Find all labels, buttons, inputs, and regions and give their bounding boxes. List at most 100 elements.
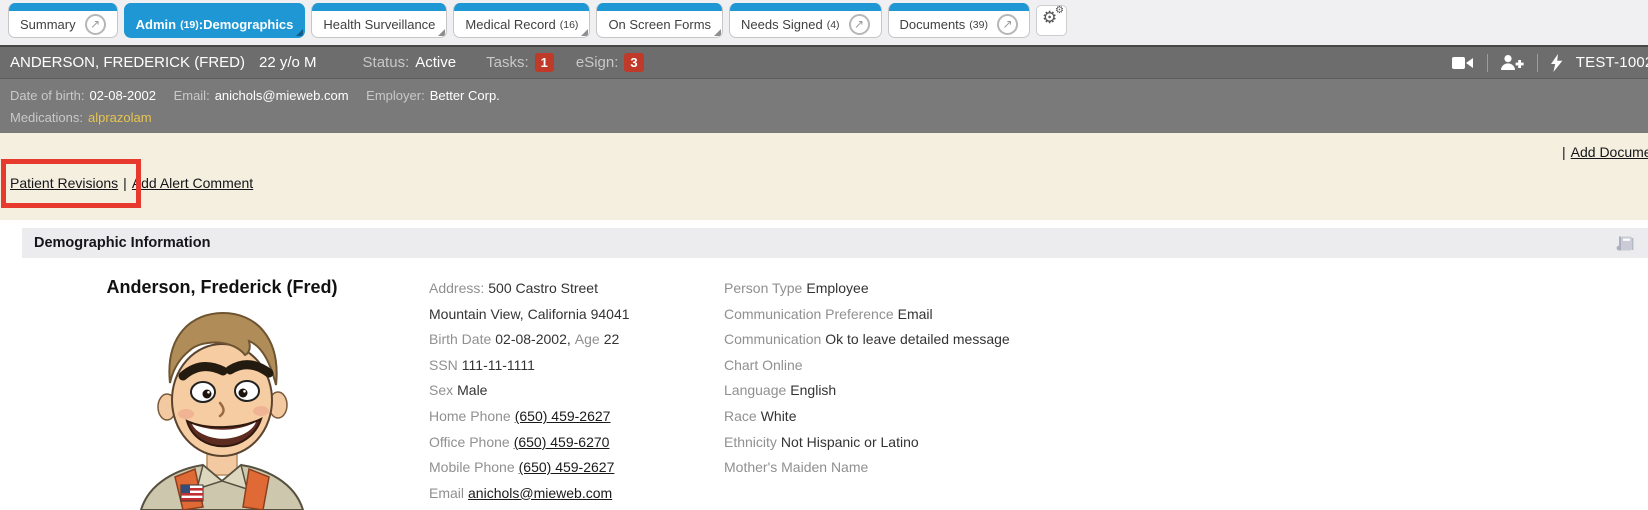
field-value: 22	[604, 331, 620, 347]
right-action-links: |Add Document	[1557, 144, 1648, 160]
tab-needs-signed[interactable]: Needs Signed (4) ↗	[729, 3, 882, 38]
open-new-window-icon[interactable]: ↗	[85, 14, 106, 35]
tab-medical-record[interactable]: Medical Record(16)	[453, 3, 590, 38]
tab-label-suffix: :Demographics	[199, 17, 294, 32]
field-label: Race	[724, 408, 757, 424]
patient-header-actions: TEST-10025	[1452, 47, 1648, 78]
settings-button[interactable]: ⚙ ⚙	[1036, 5, 1067, 36]
tab-summary[interactable]: Summary ↗	[8, 3, 118, 38]
email-label: Email:	[174, 88, 210, 103]
open-new-window-icon[interactable]: ↗	[849, 14, 870, 35]
field-label: Ethnicity	[724, 434, 777, 450]
field-value: Mountain View, California 94041	[429, 306, 630, 322]
field-value: 500 Castro Street	[488, 280, 598, 296]
office-phone-link[interactable]: (650) 459-6270	[514, 434, 610, 450]
tab-count: (16)	[560, 19, 579, 31]
field-value: English	[790, 382, 836, 398]
field-value: Employee	[806, 280, 868, 296]
email-value: anichols@mieweb.com	[215, 88, 349, 103]
field-label: Address:	[429, 280, 484, 296]
tab-label: Health Surveillance	[323, 17, 435, 32]
employer-label: Employer:	[366, 88, 425, 103]
dob-value: 02-08-2002	[89, 88, 156, 103]
divider	[1537, 54, 1538, 72]
tab-count: (19)	[180, 19, 199, 31]
esign-count-badge[interactable]: 3	[624, 53, 643, 72]
webchart-app: { "icons": { "external_link": "↗", "gear…	[0, 0, 1648, 493]
field-row: RaceWhite	[724, 404, 1648, 430]
field-value: 02-08-2002,	[495, 331, 571, 347]
lightning-bolt-icon[interactable]	[1551, 54, 1563, 72]
field-value: Email	[898, 306, 933, 322]
field-row: Chart Online	[724, 353, 1648, 379]
field-label: Age	[575, 331, 600, 347]
demographics-middle-column: Address:500 Castro Street Mountain View,…	[422, 276, 722, 510]
gear-small-icon: ⚙	[1055, 6, 1064, 16]
field-value: 111-11-1111	[462, 357, 535, 373]
add-document-link[interactable]: Add Document	[1571, 144, 1648, 160]
tasks-count-badge[interactable]: 1	[535, 53, 554, 72]
field-row: Office Phone(650) 459-6270	[429, 430, 722, 456]
tab-label: Summary	[20, 17, 76, 32]
add-user-icon[interactable]	[1501, 54, 1524, 71]
medications-value[interactable]: alprazolam	[88, 110, 152, 125]
open-new-window-icon[interactable]: ↗	[997, 14, 1018, 35]
field-label: Communication Preference	[724, 306, 894, 322]
dropdown-fold-icon	[438, 29, 445, 36]
patient-age-sex: 22 y/o M	[259, 54, 317, 71]
tab-top-accent	[597, 3, 722, 11]
dob-label: Date of birth:	[10, 88, 84, 103]
demographics-panel: Demographic Information Anderson, Freder…	[22, 228, 1648, 510]
field-row: Emailanichols@mieweb.com	[429, 481, 722, 507]
patient-name: ANDERSON, FREDERICK (FRED)	[10, 54, 245, 71]
field-row: Mother's Maiden Name	[724, 455, 1648, 481]
field-row: LanguageEnglish	[724, 378, 1648, 404]
field-row: Home Phone(650) 459-2627	[429, 404, 722, 430]
field-label: Mobile Phone	[429, 459, 515, 475]
chart-tab-bar: Summary ↗ Admin(19):Demographics Health S…	[0, 0, 1648, 45]
tab-top-accent	[889, 3, 1029, 11]
add-alert-comment-link[interactable]: Add Alert Comment	[132, 175, 253, 191]
field-label: Chart Online	[724, 357, 803, 373]
tab-admin-demographics[interactable]: Admin(19):Demographics	[124, 3, 306, 38]
field-label: Mother's Maiden Name	[724, 459, 868, 475]
patient-info-bar: Date of birth: 02-08-2002 Email: anichols@…	[0, 78, 1648, 133]
field-label: SSN	[429, 357, 458, 373]
field-value: Ok to leave detailed message	[825, 331, 1009, 347]
divider	[1487, 54, 1488, 72]
field-label: Communication	[724, 331, 821, 347]
mobile-phone-link[interactable]: (650) 459-2627	[519, 459, 615, 475]
tab-top-accent	[125, 3, 305, 11]
field-label: Person Type	[724, 280, 802, 296]
tab-top-accent	[454, 3, 589, 11]
video-camera-icon[interactable]	[1452, 55, 1474, 71]
field-value: White	[761, 408, 797, 424]
tab-top-accent	[730, 3, 881, 11]
field-row: Mountain View, California 94041	[429, 302, 722, 328]
patient-display-name: Anderson, Frederick (Fred)	[22, 276, 422, 298]
esign-label: eSign:	[576, 54, 619, 71]
field-row: Person TypeEmployee	[724, 276, 1648, 302]
flag-patch	[181, 485, 203, 501]
demographics-right-column: Person TypeEmployee Communication Prefer…	[722, 276, 1648, 510]
tab-label: On Screen Forms	[608, 17, 711, 32]
status-value: Active	[415, 54, 456, 71]
field-label: Sex	[429, 382, 453, 398]
dropdown-fold-icon	[714, 29, 721, 36]
field-row: EthnicityNot Hispanic or Latino	[724, 430, 1648, 456]
home-phone-link[interactable]: (650) 459-2627	[515, 408, 611, 424]
field-value: Not Hispanic or Latino	[781, 434, 919, 450]
tab-health-surveillance[interactable]: Health Surveillance	[311, 3, 447, 38]
tab-top-accent	[9, 3, 117, 11]
field-row: CommunicationOk to leave detailed messag…	[724, 327, 1648, 353]
tab-count: (4)	[827, 19, 840, 31]
tab-documents[interactable]: Documents(39)↗	[888, 3, 1030, 38]
tab-label: Needs Signed	[741, 17, 823, 32]
tab-on-screen-forms[interactable]: On Screen Forms	[596, 3, 723, 38]
field-row: Mobile Phone(650) 459-2627	[429, 455, 722, 481]
field-label: Language	[724, 382, 786, 398]
tab-top-accent	[312, 3, 446, 11]
journal-icon[interactable]	[1614, 235, 1634, 252]
field-row: SexMale	[429, 378, 722, 404]
field-label: Birth Date	[429, 331, 491, 347]
